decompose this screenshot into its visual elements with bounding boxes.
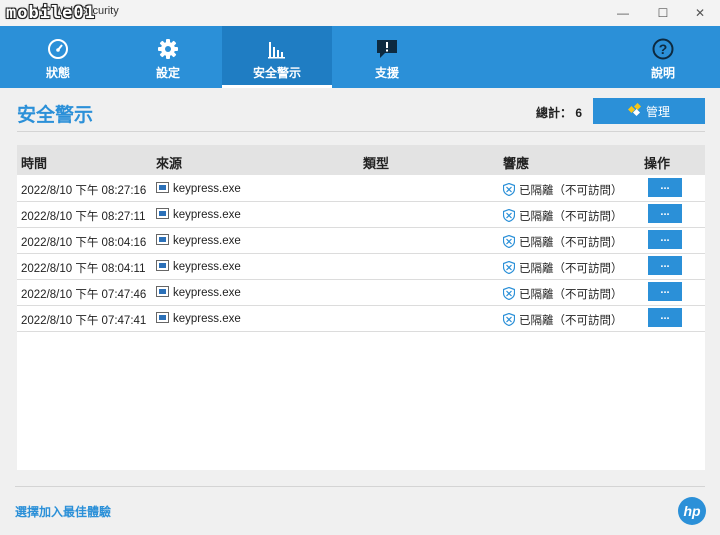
total-count: 總計： 6	[536, 104, 582, 121]
total-value: 6	[575, 106, 583, 120]
nav-item-help[interactable]: ? 說明	[608, 26, 718, 88]
main-content: 安全警示 總計： 6 管理 時間 來源 類型 響應 操作 2022/8/10 下…	[0, 88, 720, 535]
watermark-logo: mobile01	[6, 3, 96, 23]
nav-item-support[interactable]: 支援	[332, 26, 442, 88]
nav-label-settings: 設定	[155, 66, 180, 80]
table-row[interactable]: 2022/8/10 下午 07:47:46 keypress.exe 已隔離（不…	[17, 279, 705, 306]
file-icon	[156, 260, 169, 271]
row-response: 已隔離（不可訪問）	[502, 260, 623, 277]
svg-text:?: ?	[659, 41, 668, 57]
row-time: 2022/8/10 下午 07:47:46	[21, 289, 147, 301]
footer-divider	[15, 486, 705, 487]
chat-alert-icon	[376, 38, 398, 60]
nav-bar: 狀態 設定 安全警示 支援 ? 說明	[0, 26, 720, 88]
row-time: 2022/8/10 下午 08:27:16	[21, 185, 147, 197]
nav-label-help: 說明	[650, 66, 675, 80]
shield-icon	[502, 182, 516, 199]
help-icon: ?	[652, 38, 674, 60]
header-type: 類型	[363, 156, 390, 171]
close-button[interactable]: ✕	[680, 0, 720, 26]
header-time: 時間	[21, 156, 48, 171]
header-action: 操作	[644, 156, 671, 171]
row-action-button[interactable]: ...	[648, 308, 682, 327]
divider	[17, 131, 705, 132]
table-row[interactable]: 2022/8/10 下午 08:04:11 keypress.exe 已隔離（不…	[17, 253, 705, 280]
table-row[interactable]: 2022/8/10 下午 07:47:41 keypress.exe 已隔離（不…	[17, 305, 705, 332]
nav-label-status: 狀態	[45, 66, 70, 80]
shield-icon	[502, 234, 516, 251]
row-source: keypress.exe	[156, 286, 241, 299]
hp-logo: hp	[678, 497, 706, 525]
shield-icon	[502, 208, 516, 225]
nav-item-settings[interactable]: 設定	[113, 26, 223, 88]
row-action-button[interactable]: ...	[648, 282, 682, 301]
row-action-button[interactable]: ...	[648, 204, 682, 223]
table-header: 時間 來源 類型 響應 操作	[17, 145, 705, 175]
row-response: 已隔離（不可訪問）	[502, 182, 623, 199]
total-label: 總計：	[536, 106, 573, 120]
manage-button[interactable]: 管理	[593, 98, 705, 124]
header-response: 響應	[503, 156, 530, 171]
row-time: 2022/8/10 下午 08:04:11	[21, 263, 146, 275]
row-time: 2022/8/10 下午 08:04:16	[21, 237, 147, 249]
row-time: 2022/8/10 下午 08:27:11	[21, 211, 146, 223]
gear-icon	[157, 38, 179, 60]
nav-label-support: 支援	[374, 66, 399, 80]
row-source: keypress.exe	[156, 182, 241, 195]
row-response: 已隔離（不可訪問）	[502, 234, 623, 251]
table-row[interactable]: 2022/8/10 下午 08:04:16 keypress.exe 已隔離（不…	[17, 227, 705, 254]
row-source: keypress.exe	[156, 208, 241, 221]
manage-icon	[627, 102, 642, 120]
file-icon	[156, 286, 169, 297]
file-icon	[156, 312, 169, 323]
gauge-icon	[47, 38, 69, 60]
opt-in-link[interactable]: 選擇加入最佳體驗	[15, 503, 111, 520]
row-action-button[interactable]: ...	[648, 230, 682, 249]
alerts-table: 時間 來源 類型 響應 操作 2022/8/10 下午 08:27:16 key…	[17, 145, 705, 470]
maximize-button[interactable]: ☐	[643, 0, 683, 26]
row-source: keypress.exe	[156, 312, 241, 325]
shield-icon	[502, 260, 516, 277]
row-response: 已隔離（不可訪問）	[502, 208, 623, 225]
minimize-button[interactable]: —	[603, 0, 643, 26]
manage-label: 管理	[645, 104, 670, 119]
watermark-logo-text: mobile01	[6, 3, 96, 23]
row-action-button[interactable]: ...	[648, 256, 682, 275]
row-response: 已隔離（不可訪問）	[502, 312, 623, 329]
header-source: 來源	[156, 156, 183, 171]
title-bar: HP Wolf Security mobile01 — ☐ ✕	[0, 0, 720, 27]
row-source: keypress.exe	[156, 234, 241, 247]
shield-icon	[502, 286, 516, 303]
file-icon	[156, 182, 169, 193]
table-row[interactable]: 2022/8/10 下午 08:27:11 keypress.exe 已隔離（不…	[17, 201, 705, 228]
row-time: 2022/8/10 下午 07:47:41	[21, 315, 147, 327]
row-response: 已隔離（不可訪問）	[502, 286, 623, 303]
file-icon	[156, 208, 169, 219]
file-icon	[156, 234, 169, 245]
nav-item-alerts[interactable]: 安全警示	[222, 26, 332, 88]
page-title: 安全警示	[17, 105, 94, 126]
row-action-button[interactable]: ...	[648, 178, 682, 197]
row-source: keypress.exe	[156, 260, 241, 273]
bar-chart-icon	[266, 38, 288, 60]
nav-label-alerts: 安全警示	[252, 66, 301, 80]
table-row[interactable]: 2022/8/10 下午 08:27:16 keypress.exe 已隔離（不…	[17, 175, 705, 202]
shield-icon	[502, 312, 516, 329]
nav-item-status[interactable]: 狀態	[3, 26, 113, 88]
